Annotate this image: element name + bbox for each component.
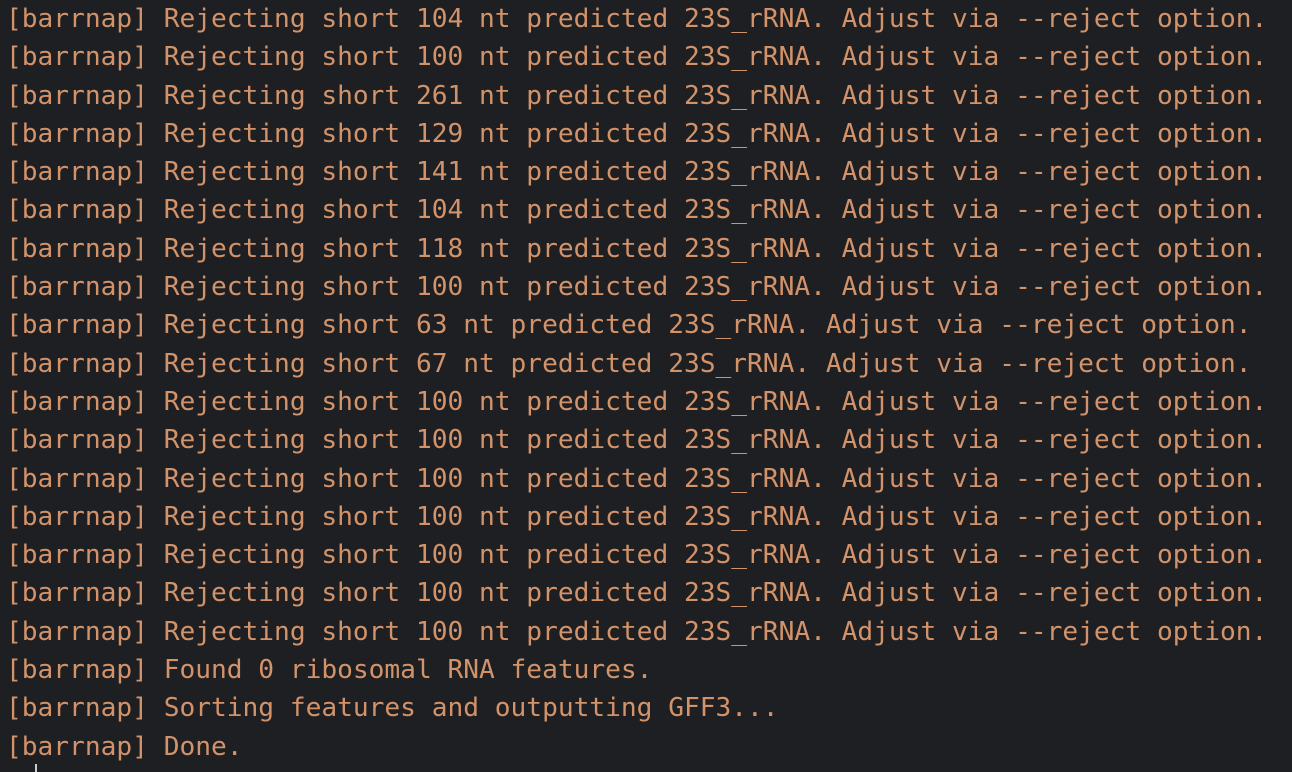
line-tag: [barrnap] [6, 463, 148, 494]
terminal-line: [barrnap] Rejecting short 100 nt predict… [6, 536, 1292, 574]
line-message: Rejecting short 63 nt predicted 23S_rRNA… [163, 310, 1252, 341]
line-message: Rejecting short 100 nt predicted 23S_rRN… [163, 272, 1268, 303]
terminal-line: [barrnap] Rejecting short 67 nt predicte… [6, 345, 1292, 383]
line-tag: [barrnap] [6, 272, 148, 303]
line-tag: [barrnap] [6, 195, 148, 226]
terminal-line: [barrnap] Rejecting short 100 nt predict… [6, 460, 1292, 498]
text-cursor [35, 764, 37, 772]
line-tag: [barrnap] [6, 310, 148, 341]
terminal-line: [barrnap] Rejecting short 141 nt predict… [6, 153, 1292, 191]
line-tag: [barrnap] [6, 578, 148, 609]
line-message: Rejecting short 100 nt predicted 23S_rRN… [163, 540, 1268, 571]
line-message: Rejecting short 104 nt predicted 23S_rRN… [163, 4, 1268, 34]
line-tag: [barrnap] [6, 157, 148, 188]
terminal-line: [barrnap] Sorting features and outputtin… [6, 689, 1292, 727]
terminal-line: [barrnap] Rejecting short 100 nt predict… [6, 421, 1292, 459]
line-tag: [barrnap] [6, 80, 148, 111]
line-message: Rejecting short 118 nt predicted 23S_rRN… [163, 233, 1268, 264]
line-tag: [barrnap] [6, 655, 148, 686]
line-message: Rejecting short 104 nt predicted 23S_rRN… [163, 195, 1268, 226]
line-tag: [barrnap] [6, 348, 148, 379]
terminal-line: [barrnap] Rejecting short 63 nt predicte… [6, 306, 1292, 344]
line-tag: [barrnap] [6, 118, 148, 149]
line-tag: [barrnap] [6, 233, 148, 264]
line-message: Rejecting short 67 nt predicted 23S_rRNA… [163, 348, 1252, 379]
terminal-window[interactable]: [barrnap] Rejecting short 104 nt predict… [0, 0, 1292, 772]
terminal-line: [barrnap] Rejecting short 118 nt predict… [6, 230, 1292, 268]
line-message: Done. [163, 731, 243, 762]
line-message: Rejecting short 100 nt predicted 23S_rRN… [163, 386, 1268, 417]
line-tag: [barrnap] [6, 42, 148, 73]
terminal-line: [barrnap] Rejecting short 100 nt predict… [6, 498, 1292, 536]
terminal-line: [barrnap] Rejecting short 100 nt predict… [6, 38, 1292, 76]
terminal-line: [barrnap] Rejecting short 261 nt predict… [6, 77, 1292, 115]
terminal-line: [barrnap] Rejecting short 100 nt predict… [6, 268, 1292, 306]
line-tag: [barrnap] [6, 4, 148, 34]
terminal-line: [barrnap] Rejecting short 100 nt predict… [6, 383, 1292, 421]
terminal-line: [barrnap] Done. [6, 728, 1292, 766]
line-message: Found 0 ribosomal RNA features. [163, 655, 653, 686]
line-message: Rejecting short 100 nt predicted 23S_rRN… [163, 42, 1268, 73]
line-message: Rejecting short 261 nt predicted 23S_rRN… [163, 80, 1268, 111]
line-tag: [barrnap] [6, 425, 148, 456]
line-tag: [barrnap] [6, 693, 148, 724]
line-message: Rejecting short 100 nt predicted 23S_rRN… [163, 501, 1268, 532]
terminal-line: [barrnap] Rejecting short 100 nt predict… [6, 574, 1292, 612]
line-tag: [barrnap] [6, 616, 148, 647]
line-message: Rejecting short 129 nt predicted 23S_rRN… [163, 118, 1268, 149]
terminal-output: [barrnap] Rejecting short 104 nt predict… [6, 0, 1292, 766]
line-tag: [barrnap] [6, 386, 148, 417]
terminal-line: [barrnap] Rejecting short 100 nt predict… [6, 613, 1292, 651]
line-message: Rejecting short 100 nt predicted 23S_rRN… [163, 578, 1268, 609]
line-message: Rejecting short 100 nt predicted 23S_rRN… [163, 616, 1268, 647]
terminal-line: [barrnap] Found 0 ribosomal RNA features… [6, 651, 1292, 689]
terminal-line: [barrnap] Rejecting short 104 nt predict… [6, 191, 1292, 229]
terminal-line: [barrnap] Rejecting short 129 nt predict… [6, 115, 1292, 153]
terminal-line: [barrnap] Rejecting short 104 nt predict… [6, 0, 1292, 38]
line-tag: [barrnap] [6, 501, 148, 532]
line-message: Rejecting short 100 nt predicted 23S_rRN… [163, 463, 1268, 494]
line-message: Rejecting short 141 nt predicted 23S_rRN… [163, 157, 1268, 188]
line-message: Sorting features and outputting GFF3... [163, 693, 779, 724]
line-tag: [barrnap] [6, 731, 148, 762]
line-tag: [barrnap] [6, 540, 148, 571]
line-message: Rejecting short 100 nt predicted 23S_rRN… [163, 425, 1268, 456]
